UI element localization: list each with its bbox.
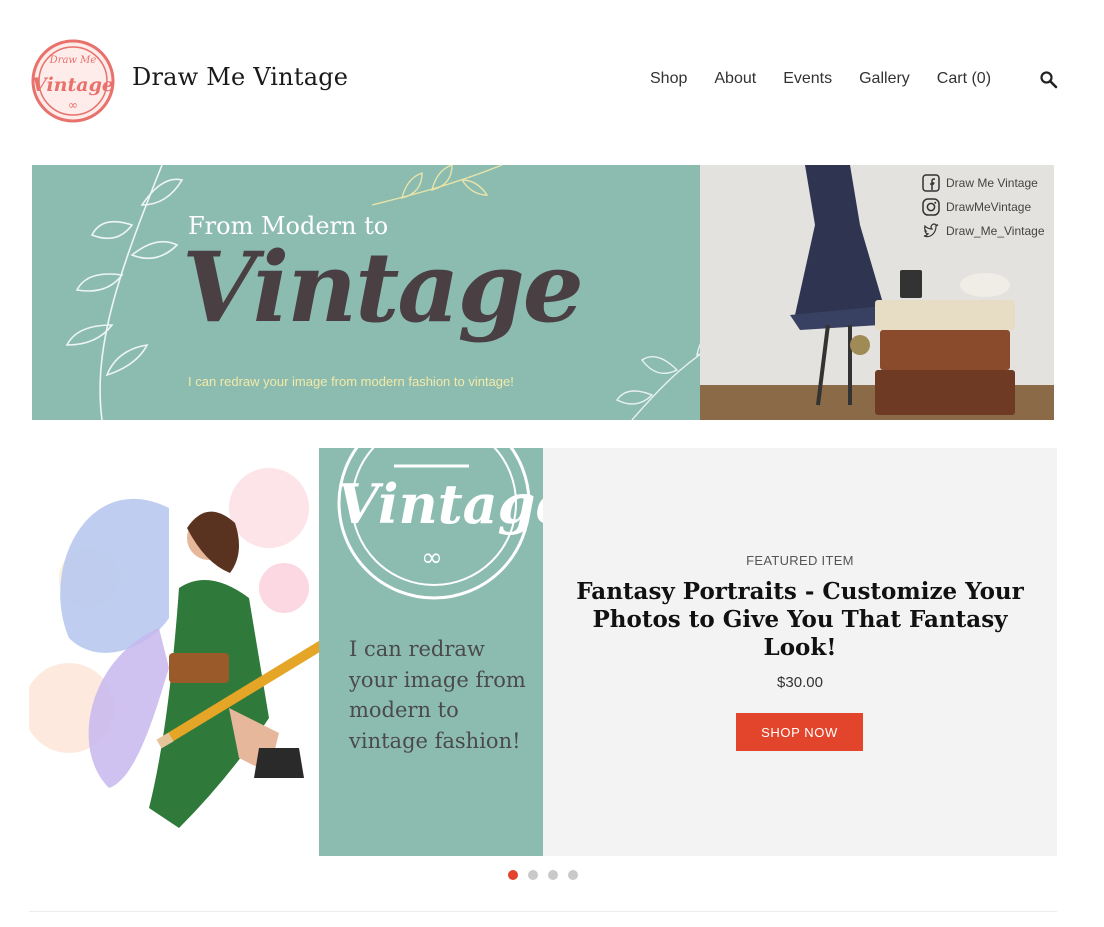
social-instagram-label: DrawMeVintage — [946, 200, 1032, 214]
facebook-icon — [922, 174, 940, 192]
featured-title[interactable]: Fantasy Portraits - Customize Your Photo… — [573, 578, 1027, 662]
social-links: Draw Me Vintage DrawMeVintage Draw_Me_Vi… — [922, 171, 1045, 243]
site-header: Draw Me Vintage ∞ Draw Me Vintage Shop A… — [0, 0, 1104, 160]
banner-headline: Vintage — [182, 231, 584, 344]
site-logo[interactable]: Draw Me Vintage ∞ — [31, 39, 115, 123]
hero-banner[interactable]: From Modern to Vintage I can redraw your… — [32, 165, 1054, 420]
nav-gallery[interactable]: Gallery — [859, 70, 910, 88]
social-instagram[interactable]: DrawMeVintage — [922, 195, 1045, 219]
site-title[interactable]: Draw Me Vintage — [132, 63, 348, 91]
slider-dots — [508, 870, 578, 880]
twitter-icon — [923, 223, 939, 238]
svg-text:Vintage: Vintage — [32, 74, 114, 96]
social-facebook-label: Draw Me Vintage — [946, 176, 1038, 190]
nav-cart[interactable]: Cart (0) — [937, 70, 991, 88]
slider-dot-4[interactable] — [568, 870, 578, 880]
vintage-logo-text: Vintage — [337, 472, 543, 536]
fairy-illustration — [29, 448, 319, 856]
featured-item-panel: FEATURED ITEM Fantasy Portraits - Custom… — [543, 448, 1057, 856]
social-twitter[interactable]: Draw_Me_Vintage — [922, 219, 1045, 243]
search-icon[interactable] — [1039, 70, 1059, 90]
section-divider — [29, 911, 1057, 912]
svg-text:∞: ∞ — [421, 543, 443, 573]
svg-text:∞: ∞ — [68, 98, 78, 112]
social-twitter-label: Draw_Me_Vintage — [946, 224, 1045, 238]
nav-events[interactable]: Events — [783, 70, 832, 88]
svg-text:Draw Me: Draw Me — [49, 55, 97, 66]
social-facebook[interactable]: Draw Me Vintage — [922, 171, 1045, 195]
instagram-icon — [922, 198, 940, 216]
main-nav: Shop About Events Gallery Cart (0) — [650, 70, 1018, 88]
banner-caption: I can redraw your image from modern fash… — [188, 374, 514, 389]
slider-dot-2[interactable] — [528, 870, 538, 880]
slider-dot-1[interactable] — [508, 870, 518, 880]
featured-image[interactable]: ∞ Vintage I can redraw your image from m… — [29, 448, 543, 856]
banner-photo: Draw Me Vintage DrawMeVintage Draw_Me_Vi… — [700, 165, 1054, 420]
featured-price: $30.00 — [777, 674, 823, 691]
slider-dot-3[interactable] — [548, 870, 558, 880]
banner-background: From Modern to Vintage I can redraw your… — [32, 165, 700, 420]
nav-shop[interactable]: Shop — [650, 70, 687, 88]
nav-about[interactable]: About — [714, 70, 756, 88]
featured-image-text: I can redraw your image from modern to v… — [349, 637, 526, 753]
shop-now-button[interactable]: SHOP NOW — [736, 713, 863, 751]
featured-slider: ∞ Vintage I can redraw your image from m… — [29, 448, 1057, 856]
featured-label: FEATURED ITEM — [746, 553, 854, 568]
